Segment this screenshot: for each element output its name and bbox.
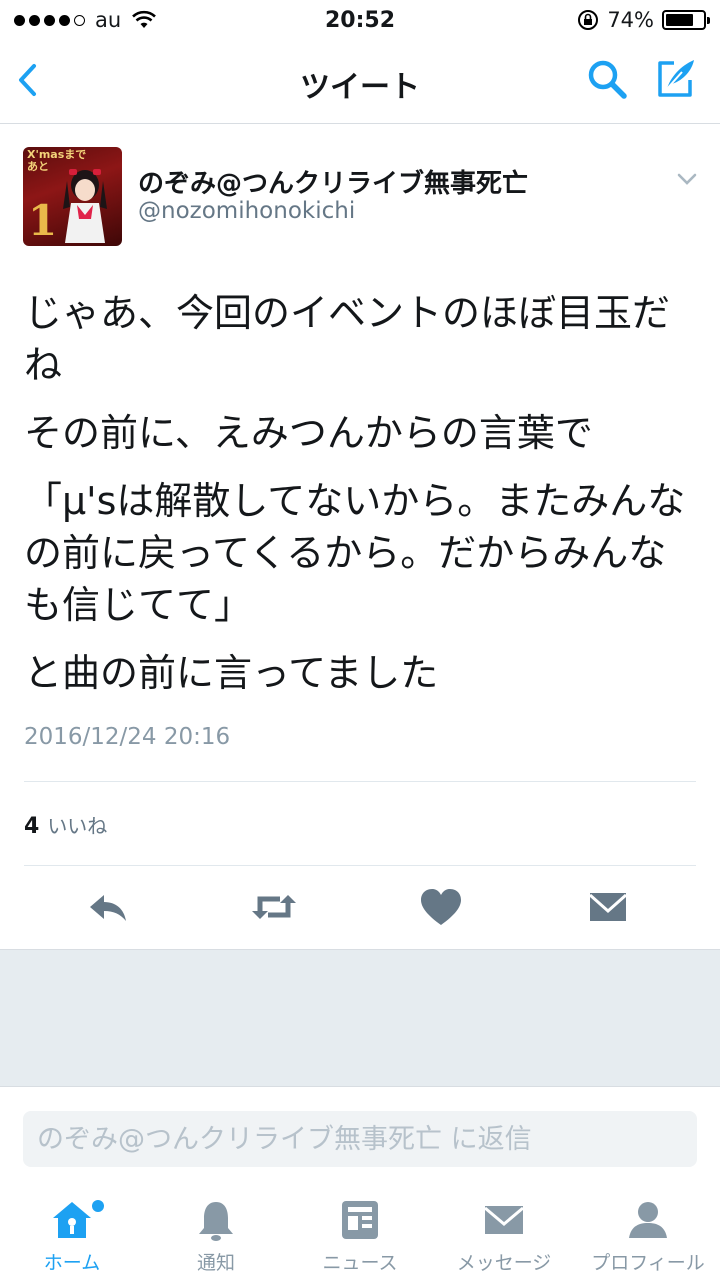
retweet-icon[interactable]: [250, 885, 298, 929]
tab-label: ニュース: [322, 1252, 398, 1274]
signal-strength-icon: [14, 14, 85, 26]
tweet-text: じゃあ、今回のイベントのほぼ目玉だね その前に、えみつんからの言葉で 「μ'sは…: [24, 287, 696, 715]
status-right: 74%: [577, 8, 710, 32]
avatar-countdown-number: 1: [28, 196, 58, 245]
tweet-paragraph: じゃあ、今回のイベントのほぼ目玉だね: [24, 291, 671, 387]
display-name[interactable]: のぞみ@つんクリライブ無事死亡: [138, 163, 528, 200]
tweet-paragraph: その前に、えみつんからの言葉で: [24, 411, 593, 455]
like-icon[interactable]: [417, 885, 465, 929]
rotation-lock-icon: [578, 10, 599, 30]
reply-input[interactable]: [23, 1111, 697, 1167]
chevron-down-icon[interactable]: [675, 170, 699, 188]
battery-level: [666, 14, 693, 26]
empty-replies-area: [0, 949, 720, 1087]
tweet-timestamp: 2016/12/24 20:16: [24, 724, 231, 750]
battery-percent: 74%: [607, 8, 654, 32]
divider: [24, 865, 696, 866]
screen-name[interactable]: @nozomihonokichi: [138, 198, 355, 224]
person-icon: [629, 1202, 667, 1238]
carrier-label: au: [95, 8, 122, 32]
news-icon: [342, 1201, 378, 1239]
avatar-character-image: [63, 169, 107, 243]
tab-home[interactable]: ホーム: [0, 1184, 144, 1280]
tab-label: 通知: [196, 1252, 235, 1274]
likes-label: いいね: [47, 814, 108, 838]
reply-icon[interactable]: [84, 885, 132, 929]
bell-icon: [199, 1202, 233, 1241]
search-icon[interactable]: [584, 56, 630, 102]
status-left: au: [14, 8, 157, 32]
tab-bar: ホーム 通知 ニュース メッセージ プロフィール: [0, 1184, 720, 1280]
tab-news[interactable]: ニュース: [288, 1184, 432, 1280]
likes-count: 4: [24, 814, 40, 839]
battery-icon: [662, 10, 710, 30]
wifi-icon: [132, 10, 157, 28]
avatar[interactable]: X'masまで あと 1: [23, 147, 122, 246]
nav-bar: ツイート: [0, 40, 720, 124]
notification-dot: [92, 1200, 104, 1212]
tab-messages[interactable]: メッセージ: [432, 1184, 576, 1280]
home-icon: [53, 1202, 91, 1238]
tab-label: ホーム: [43, 1252, 101, 1274]
tab-notifications[interactable]: 通知: [144, 1184, 288, 1280]
divider: [24, 781, 696, 782]
status-bar: au 20:52 74%: [0, 0, 720, 40]
tab-profile[interactable]: プロフィール: [576, 1184, 720, 1280]
envelope-icon: [484, 1206, 524, 1234]
tweet-paragraph: と曲の前に言ってました: [24, 651, 439, 695]
compose-icon[interactable]: [652, 56, 698, 102]
tab-label: プロフィール: [591, 1252, 705, 1274]
tweet-paragraph: 「μ'sは解散してないから。またみんなの前に戻ってくるから。だからみんなも信じて…: [24, 479, 686, 627]
message-icon[interactable]: [584, 885, 632, 929]
likes-summary[interactable]: 4 いいね: [24, 810, 107, 839]
tab-label: メッセージ: [456, 1252, 552, 1274]
reply-bar: [0, 1088, 720, 1184]
